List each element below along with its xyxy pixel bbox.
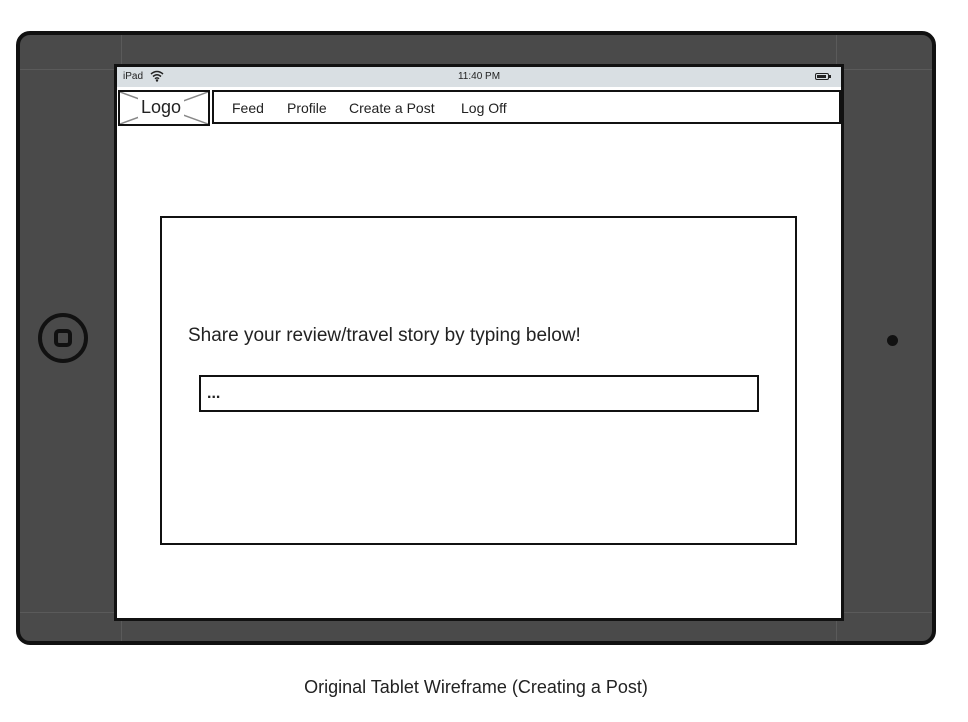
tablet-screen: iPad 11:40 PM Logo Feed Profile Create a… <box>114 64 844 621</box>
nav-item-create-post[interactable]: Create a Post <box>349 100 435 116</box>
wireframe-caption: Original Tablet Wireframe (Creating a Po… <box>304 677 648 697</box>
battery-icon <box>815 73 831 80</box>
logo-label: Logo <box>138 97 185 118</box>
nav-item-profile[interactable]: Profile <box>287 100 327 116</box>
post-prompt: Share your review/travel story by typing… <box>188 325 581 346</box>
logo-placeholder[interactable]: Logo <box>118 90 210 126</box>
home-button[interactable] <box>38 313 88 363</box>
create-post-panel: Share your review/travel story by typing… <box>160 216 797 545</box>
home-button-inner <box>54 329 72 347</box>
status-time: 11:40 PM <box>457 71 501 82</box>
nav-item-feed[interactable]: Feed <box>232 100 264 116</box>
nav-item-log-off[interactable]: Log Off <box>461 100 507 116</box>
status-bar: iPad 11:40 PM <box>117 67 841 87</box>
nav-bar: Feed Profile Create a Post Log Off <box>212 90 841 124</box>
camera-dot <box>887 335 898 346</box>
post-text-input[interactable] <box>199 375 759 412</box>
